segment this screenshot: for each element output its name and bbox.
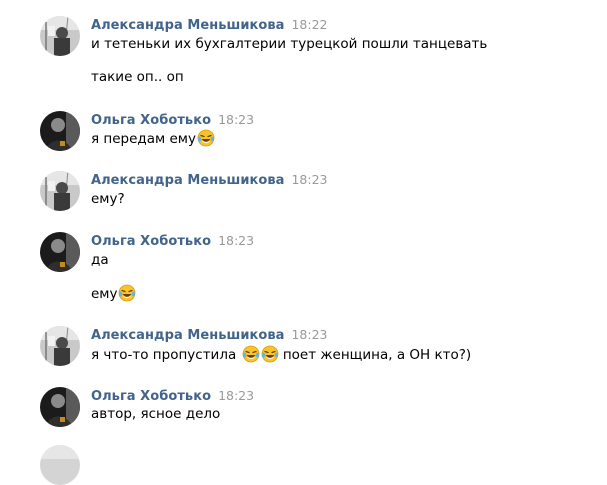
message-text: я что-то пропустила поет женщина, а ОН к…: [91, 345, 471, 364]
author-name[interactable]: Ольга Хоботько: [91, 234, 211, 249]
message-text: ему?: [91, 190, 125, 208]
avatar-image-a: [40, 326, 80, 366]
author-name[interactable]: Александра Меньшикова: [91, 328, 284, 343]
author-name[interactable]: Александра Меньшикова: [91, 173, 284, 188]
avatar[interactable]: [40, 171, 80, 211]
face-with-tears-of-joy-icon: [261, 345, 279, 363]
message-text: автор, ясное дело: [91, 405, 220, 423]
avatar[interactable]: [40, 445, 80, 485]
message-text-content: да: [91, 252, 109, 268]
avatar[interactable]: [40, 111, 80, 151]
message-header: Ольга Хоботько 18:23: [91, 111, 254, 129]
message-time[interactable]: 18:23: [218, 112, 254, 127]
message-text: я передам ему: [91, 129, 215, 148]
message-text-content: я что-то пропустила: [91, 347, 237, 363]
avatar-image-a: [40, 445, 80, 485]
message-header: Ольга Хоботько 18:23: [91, 387, 254, 405]
message-text-content: такие оп.. оп: [91, 69, 184, 85]
avatar-image-o: [40, 387, 80, 427]
avatar[interactable]: [40, 16, 80, 56]
message-time[interactable]: 18:22: [291, 17, 327, 32]
message-text: да: [91, 251, 109, 269]
message-time[interactable]: 18:23: [218, 233, 254, 248]
message-text-content: ему?: [91, 191, 125, 207]
avatar-image-a: [40, 171, 80, 211]
message-text: такие оп.. оп: [91, 68, 184, 86]
message-time[interactable]: 18:23: [291, 172, 327, 187]
avatar-image-o: [40, 111, 80, 151]
message-text-content: ему: [91, 286, 118, 302]
message-header: Александра Меньшикова 18:22: [91, 16, 328, 34]
avatar[interactable]: [40, 326, 80, 366]
author-name[interactable]: Ольга Хоботько: [91, 113, 211, 128]
avatar-image-o: [40, 232, 80, 272]
author-name[interactable]: Ольга Хоботько: [91, 389, 211, 404]
face-with-tears-of-joy-icon: [197, 129, 215, 147]
message-time[interactable]: 18:23: [291, 327, 327, 342]
message-text: ему: [91, 284, 136, 303]
avatar[interactable]: [40, 387, 80, 427]
author-name[interactable]: Александра Меньшикова: [91, 18, 284, 33]
message-header: Александра Меньшикова 18:23: [91, 326, 328, 344]
message-text: и тетеньки их бухгалтерии турецкой пошли…: [91, 35, 487, 53]
message-text-content: я передам ему: [91, 131, 196, 147]
message-text-content: поет женщина, а ОН кто?): [282, 347, 472, 363]
face-with-tears-of-joy-icon: [118, 284, 136, 302]
message-text-content: автор, ясное дело: [91, 406, 221, 422]
avatar[interactable]: [40, 232, 80, 272]
message-header: Александра Меньшикова 18:23: [91, 171, 328, 189]
message-time[interactable]: 18:23: [218, 388, 254, 403]
message-header: Ольга Хоботько 18:23: [91, 232, 254, 250]
face-with-tears-of-joy-icon: [242, 345, 260, 363]
message-text-content: и тетеньки их бухгалтерии турецкой пошли…: [91, 36, 488, 52]
avatar-image-a: [40, 16, 80, 56]
